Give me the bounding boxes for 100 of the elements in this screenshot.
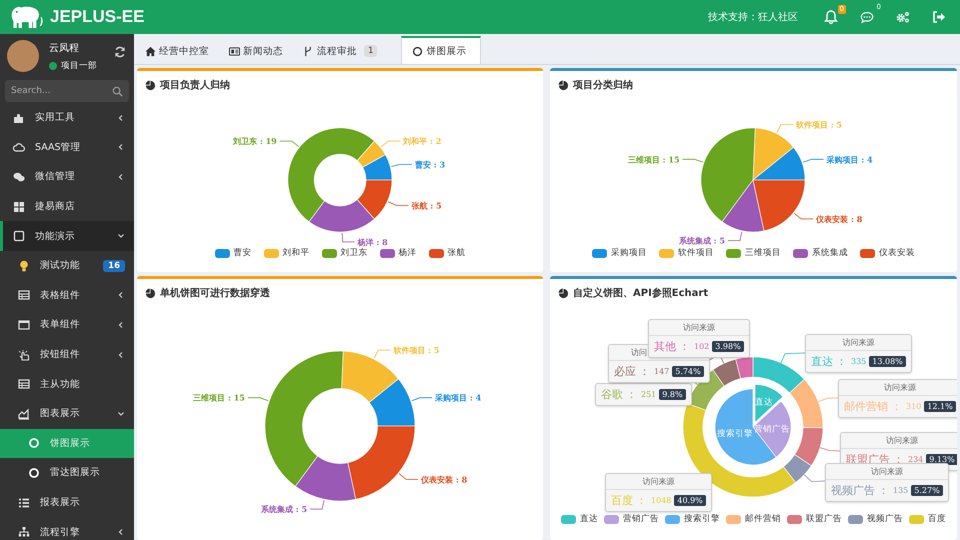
pie-slice[interactable] xyxy=(700,128,756,222)
tooltip-name: 视频广告 xyxy=(831,483,875,498)
percent-badge: 40.9% xyxy=(674,495,706,506)
legend-label: 刘卫东 xyxy=(340,247,368,259)
pie-slice[interactable] xyxy=(348,426,416,500)
tooltip-name: 谷歌 xyxy=(601,387,623,402)
pie-slice[interactable] xyxy=(752,147,806,180)
avatar-placeholder xyxy=(7,40,39,72)
sitemap-icon xyxy=(18,526,30,538)
count-badge: 16 xyxy=(103,260,125,272)
pie-slice[interactable] xyxy=(288,128,375,222)
menu-item[interactable]: 流程引擎 xyxy=(0,517,134,540)
leader-line xyxy=(776,124,794,134)
slice-label: 三维项目 : 15 xyxy=(193,392,245,403)
chat-icon xyxy=(13,170,25,183)
menu-item[interactable]: 微信管理 xyxy=(0,162,134,192)
percent-badge: 13.08% xyxy=(869,356,906,367)
tooltip-title: 访问来源 xyxy=(806,335,911,351)
menu-item[interactable]: SAAS管理 xyxy=(0,132,134,162)
tooltip-colon: ： xyxy=(836,354,847,369)
legend-label: 杨洋 xyxy=(398,247,416,259)
tooltip-colon: ： xyxy=(893,452,904,467)
notifications-button[interactable] xyxy=(822,8,840,26)
user-name: 云凤程 xyxy=(49,42,80,54)
legend-label: 搜索引擎 xyxy=(684,513,720,525)
leader-line xyxy=(310,500,324,510)
slice-label: 系统集成 : 5 xyxy=(261,504,308,514)
tooltip-value: 251 xyxy=(641,390,656,399)
menu-item[interactable]: 测试功能 16 xyxy=(0,250,134,281)
menu-item[interactable]: 实用工具 xyxy=(0,103,134,133)
pie-slice[interactable] xyxy=(362,154,392,180)
menu-item[interactable]: 图表展示 xyxy=(0,398,134,429)
pie-chart-icon xyxy=(145,288,156,298)
leader-line xyxy=(780,352,806,364)
leader-line xyxy=(398,473,418,480)
pie-slice[interactable] xyxy=(752,128,794,180)
search-field[interactable]: Search... xyxy=(5,80,129,102)
tab[interactable]: 流程审批 1 xyxy=(295,36,386,64)
tab[interactable]: 经营中控室 xyxy=(137,36,217,64)
slice-label: 营销广告 xyxy=(754,424,790,435)
pie-slice[interactable] xyxy=(356,180,392,220)
tab[interactable]: 新闻动态 xyxy=(221,36,291,64)
pie-slice[interactable] xyxy=(356,140,386,168)
chart-icon xyxy=(18,408,30,420)
square-icon xyxy=(13,230,25,242)
tooltip-name: 必应 xyxy=(614,364,636,379)
legend-label: 三维项目 xyxy=(745,247,781,259)
list-icon xyxy=(18,496,30,509)
pie-slice[interactable] xyxy=(722,180,764,232)
tooltip-title: 访问来源 xyxy=(841,433,957,449)
slice-label: 采购项目 : 4 xyxy=(826,154,873,164)
menu-item[interactable]: 捷易商店 xyxy=(0,192,134,222)
menu-item[interactable]: 雷达图展示 xyxy=(0,458,134,488)
percent-badge: 12.1% xyxy=(924,401,956,412)
pie-slice[interactable] xyxy=(368,378,416,426)
panel-title: 项目分类归纳 xyxy=(573,78,633,92)
legend-label: 软件项目 xyxy=(678,247,714,259)
circle-icon xyxy=(412,46,424,56)
menu-item[interactable]: 功能演示 xyxy=(0,221,134,251)
refresh-button[interactable] xyxy=(114,46,126,58)
pie-chart-icon xyxy=(558,288,569,298)
puzzle-icon xyxy=(13,112,25,124)
search-icon[interactable] xyxy=(112,86,123,96)
panel-title: 单机饼图可进行数据穿透 xyxy=(160,286,270,300)
legend-label: 刘和平 xyxy=(282,247,310,259)
pie-slice[interactable] xyxy=(295,456,356,502)
percent-badge: 5.27% xyxy=(911,485,943,496)
tooltip-name: 邮件营销 xyxy=(844,399,888,414)
legend-label: 营销广告 xyxy=(623,513,659,525)
leader-line xyxy=(279,140,300,148)
table-icon xyxy=(18,378,30,390)
menu-item[interactable]: 表格组件 xyxy=(0,280,134,310)
slice-label: 三维项目 : 15 xyxy=(628,154,680,164)
tooltip-title: 访问来源 xyxy=(606,474,711,490)
leader-line xyxy=(411,397,432,402)
leader-line xyxy=(388,201,409,206)
pie-slice[interactable] xyxy=(752,180,806,232)
hand-icon xyxy=(18,348,30,361)
pie-slice[interactable] xyxy=(308,199,375,232)
pie-slice[interactable] xyxy=(264,350,344,487)
menu-item[interactable]: 报表展示 xyxy=(0,488,134,518)
leader-line xyxy=(728,231,742,241)
panel-title: 项目负责人归纳 xyxy=(160,78,230,92)
tooltip-colon: ： xyxy=(891,399,902,414)
legend-label: 邮件营销 xyxy=(745,513,781,525)
leader-line xyxy=(248,397,269,402)
logout-button[interactable] xyxy=(930,8,948,26)
legend-label: 曹安 xyxy=(234,247,252,259)
pie-slice[interactable] xyxy=(754,384,784,423)
tooltip-value: 135 xyxy=(893,486,908,495)
menu-item[interactable]: 按钮组件 xyxy=(0,340,134,370)
legend-label: 联盟广告 xyxy=(806,513,842,525)
panel-title: 自定义饼图、API参照Echart xyxy=(573,286,708,300)
tooltip-title: 访问来源 xyxy=(826,464,948,480)
tooltip-colon: ： xyxy=(878,483,889,498)
menu-item[interactable]: 表单组件 xyxy=(0,310,134,340)
tooltip-colon: ： xyxy=(626,387,637,402)
tab[interactable]: 饼图展示 xyxy=(401,36,482,64)
menu-item[interactable]: 主从功能 xyxy=(0,369,134,399)
percent-badge: 9.8% xyxy=(659,389,686,400)
